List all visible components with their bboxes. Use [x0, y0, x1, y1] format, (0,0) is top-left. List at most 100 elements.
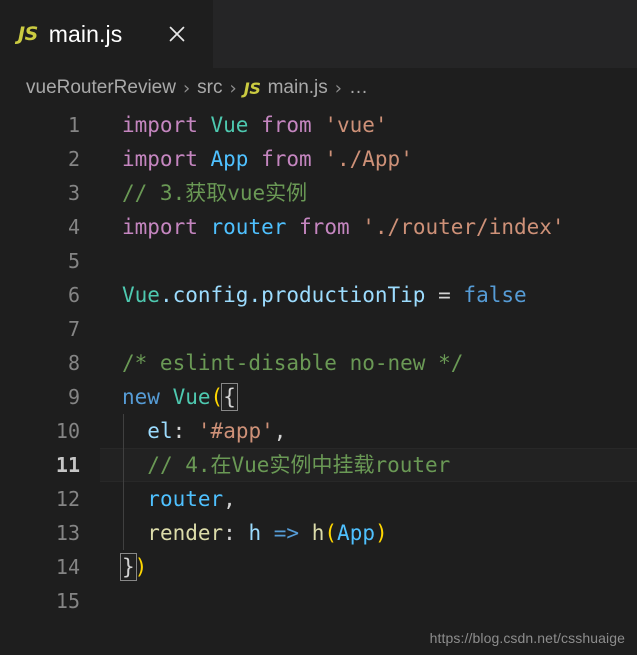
- token-boolean: false: [463, 283, 527, 307]
- token-keyword: import: [122, 147, 198, 171]
- token-comma: ,: [223, 487, 236, 511]
- token-colon: :: [172, 419, 186, 443]
- code-line-content[interactable]: Vue.config.productionTip = false: [122, 278, 527, 312]
- code-line-content[interactable]: /* eslint-disable no-new */: [122, 346, 463, 380]
- token-paren: ): [134, 555, 148, 579]
- code-line-content[interactable]: }): [120, 550, 148, 584]
- breadcrumb-item-file-main-js[interactable]: main.js: [268, 77, 328, 99]
- editor-tab-label: main.js: [48, 20, 123, 47]
- code-line-content[interactable]: new Vue({: [122, 380, 238, 414]
- code-line: 4 import router from './router/index': [0, 210, 637, 244]
- breadcrumb-item-symbol-ellipsis[interactable]: …: [349, 77, 368, 99]
- code-editor-area[interactable]: 1 import Vue from 'vue' 2 import App fro…: [0, 108, 637, 655]
- token-keyword: new: [122, 385, 160, 409]
- code-line-content[interactable]: import App from './App': [122, 142, 413, 176]
- code-line-content[interactable]: router,: [122, 482, 236, 516]
- token-function: h: [311, 521, 325, 545]
- close-icon[interactable]: [165, 22, 189, 46]
- chevron-right-icon: ›: [182, 77, 191, 99]
- code-line-content[interactable]: render: h => h(App): [122, 516, 388, 550]
- token-argument: App: [337, 521, 375, 545]
- token-string: './App': [324, 147, 413, 171]
- code-line-content[interactable]: el: '#app',: [122, 414, 286, 448]
- code-line: 8 /* eslint-disable no-new */: [0, 346, 637, 380]
- token-string: 'vue': [324, 113, 388, 137]
- token-comma: ,: [273, 419, 287, 443]
- token-colon: :: [223, 521, 236, 545]
- javascript-file-icon: JS: [18, 22, 38, 45]
- breadcrumb-item-folder-src[interactable]: src: [197, 77, 222, 99]
- code-line-content[interactable]: // 4.在Vue实例中挂载router: [122, 448, 450, 482]
- token-class: Vue: [122, 283, 160, 307]
- token-paren: (: [324, 521, 338, 545]
- token-identifier: router: [210, 215, 287, 239]
- token-keyword: from: [299, 215, 350, 239]
- editor-right-divider: [617, 108, 618, 655]
- line-number: 5: [67, 249, 80, 273]
- line-number: 4: [67, 215, 80, 239]
- token-string: '#app': [197, 419, 274, 443]
- token-paren: ): [374, 521, 388, 545]
- bracket-match-highlight: }: [120, 553, 137, 581]
- token-keyword: import: [122, 215, 198, 239]
- token-paren: (: [210, 385, 224, 409]
- code-line: 1 import Vue from 'vue': [0, 108, 637, 142]
- bracket-match-highlight: {: [221, 383, 238, 411]
- javascript-file-icon: JS: [243, 78, 261, 98]
- code-line-content[interactable]: import Vue from 'vue': [122, 108, 388, 142]
- editor-tab-bar: JS main.js: [0, 0, 637, 68]
- editor-tab-main-js[interactable]: JS main.js: [0, 0, 213, 68]
- token-class: Vue: [210, 113, 249, 137]
- watermark-url: https://blog.csdn.net/csshuaige: [429, 630, 625, 646]
- code-line: 7: [0, 312, 637, 346]
- code-line: 13 render: h => h(App): [0, 516, 637, 550]
- token-class: App: [210, 147, 249, 171]
- chevron-right-icon: ›: [334, 77, 342, 99]
- token-operator: =: [438, 283, 451, 307]
- line-number: 6: [67, 283, 80, 307]
- line-number: 3: [67, 181, 80, 205]
- code-line: 10 el: '#app',: [0, 414, 637, 448]
- code-line: 12 router,: [0, 482, 637, 516]
- token-arrow: =>: [273, 521, 300, 545]
- code-line-active: 11 // 4.在Vue实例中挂载router: [0, 448, 637, 482]
- token-comment: // 4.在Vue实例中挂载router: [147, 453, 451, 477]
- token-property-key: el: [147, 419, 173, 443]
- line-number: 13: [55, 521, 80, 545]
- token-parameter: h: [248, 521, 262, 545]
- line-number: 15: [55, 589, 80, 613]
- code-line: 14 }): [0, 550, 637, 584]
- token-keyword: import: [122, 113, 198, 137]
- token-property-key: render: [147, 521, 224, 545]
- line-number: 2: [67, 147, 80, 171]
- line-number-active: 11: [55, 453, 80, 477]
- breadcrumb-item-folder-root[interactable]: vueRouterReview: [26, 77, 176, 99]
- code-line-content[interactable]: import router from './router/index': [122, 210, 565, 244]
- line-number: 10: [55, 419, 80, 443]
- vscode-editor-window: JS main.js vueRouterReview › src › JS ma…: [0, 0, 637, 655]
- code-line-content[interactable]: // 3.获取vue实例: [122, 176, 307, 210]
- token-keyword: from: [261, 147, 312, 171]
- token-identifier: router: [147, 487, 224, 511]
- code-line: 2 import App from './App': [0, 142, 637, 176]
- line-number: 9: [67, 385, 80, 409]
- chevron-right-icon: ›: [229, 77, 237, 99]
- token-string: './router/index': [362, 215, 565, 239]
- line-number: 12: [55, 487, 80, 511]
